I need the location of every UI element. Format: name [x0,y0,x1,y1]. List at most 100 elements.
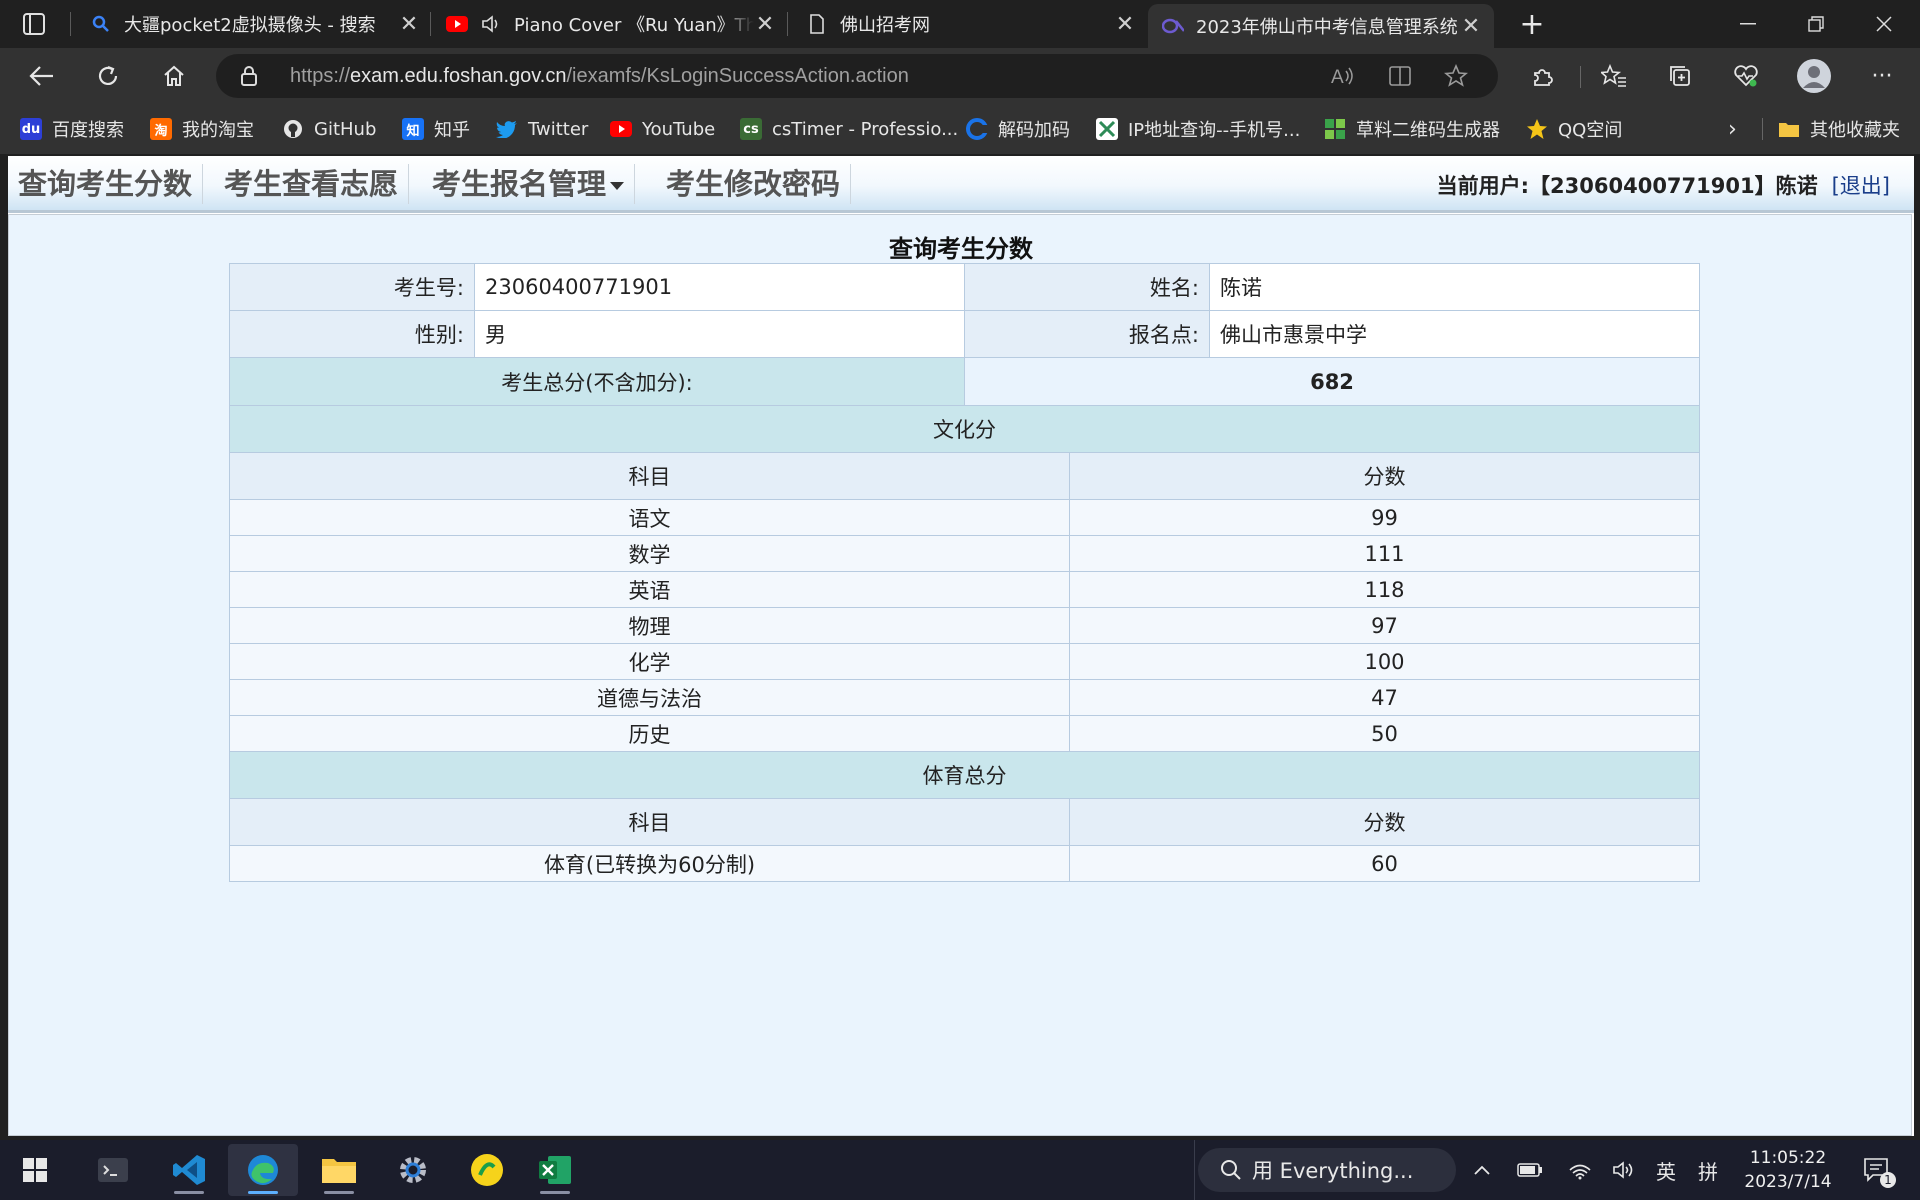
browser-essentials-icon[interactable] [1726,56,1766,96]
edge-browser-icon[interactable] [228,1144,298,1196]
subject-column-header: 科目 [229,798,1070,846]
excel-icon[interactable] [520,1144,590,1196]
ime-mode-indicator[interactable]: 拼 [1690,1140,1726,1200]
close-tab-icon[interactable]: ✕ [1114,12,1136,37]
profile-avatar[interactable] [1794,56,1834,96]
favorite-item[interactable]: 草料二维码生成器 [1324,104,1500,154]
favorite-item[interactable]: Twitter [496,104,588,154]
close-window-icon[interactable] [1852,0,1916,48]
menu-query-score[interactable]: 查询考生分数 [8,164,204,204]
name-label: 姓名: [964,263,1210,311]
favorite-item[interactable]: 解码加码 [966,104,1070,154]
file-explorer-icon[interactable] [304,1144,374,1196]
windows-start-icon[interactable] [0,1144,70,1196]
tab-title: 佛山招考网 [840,15,930,36]
score-cell: 97 [1069,607,1700,644]
favorites-overflow-chevron-icon[interactable]: › [1728,104,1737,154]
speaker-icon[interactable] [480,13,502,35]
table-row: 数学 111 [229,535,1700,572]
refresh-icon[interactable] [88,56,128,96]
favorite-item[interactable]: GitHub [282,104,376,154]
favorite-item[interactable]: YouTube [610,104,715,154]
address-bar[interactable]: https://exam.edu.foshan.gov.cn/iexamfs/K… [216,54,1498,98]
close-tab-icon[interactable]: ✕ [1460,14,1482,39]
favorite-item[interactable]: 淘我的淘宝 [150,104,254,154]
top-menu: 查询考生分数 考生查看志愿 考生报名管理 考生修改密码 当前用户:【230604… [8,156,1914,213]
menu-change-password[interactable]: 考生修改密码 [656,164,852,204]
favorite-item[interactable]: 知知乎 [402,104,470,154]
score-column-header: 分数 [1069,798,1700,846]
other-favorites-folder[interactable]: 其他收藏夹 [1778,104,1900,154]
subject-cell: 体育(已转换为60分制) [229,845,1070,882]
music-app-icon[interactable] [452,1144,522,1196]
logout-link[interactable]: [退出] [1832,174,1890,198]
tab-exam-system[interactable]: 2023年佛山市中考信息管理系统 ✕ [1148,4,1494,48]
tab-search[interactable]: 大疆pocket2虚拟摄像头 - 搜索 ✕ [90,0,420,48]
split-screen-icon[interactable] [1388,65,1412,91]
favorite-label: QQ空间 [1558,120,1623,141]
subject-cell: 数学 [229,535,1070,572]
back-arrow-icon[interactable] [22,56,62,96]
current-user: 当前用户:【23060400771901】陈诺 [退出] [1437,170,1890,200]
close-tab-icon[interactable]: ✕ [754,12,776,37]
tab-youtube[interactable]: Piano Cover 《Ru Yuan》Th ✕ [446,0,776,48]
favorite-item[interactable]: QQ空间 [1526,104,1622,154]
tab-actions-menu-icon[interactable] [18,10,50,38]
home-icon[interactable] [154,56,194,96]
gender-label: 性别: [229,310,475,358]
close-tab-icon[interactable]: ✕ [398,12,420,37]
favorites-list-icon[interactable] [1594,56,1634,96]
other-favorites-label: 其他收藏夹 [1810,120,1900,141]
score-cell: 100 [1069,643,1700,680]
system-clock[interactable]: 11:05:22 2023/7/14 [1730,1146,1846,1194]
ime-language-indicator[interactable]: 英 [1648,1140,1684,1200]
table-row: 性别: 男 报名点: 佛山市惠景中学 [229,310,1700,358]
table-row: 物理 97 [229,607,1700,644]
read-aloud-icon[interactable]: A [1330,65,1354,91]
subject-cell: 物理 [229,607,1070,644]
dropdown-caret-icon [610,182,625,190]
score-column-header: 分数 [1069,452,1700,500]
youtube-icon [446,13,468,35]
terminal-icon[interactable] [78,1144,148,1196]
minimize-icon[interactable] [1716,0,1780,48]
clock-date: 2023/7/14 [1744,1172,1832,1192]
menu-registration-label: 考生报名管理 [432,167,607,201]
menu-registration[interactable]: 考生报名管理 [422,164,636,204]
web-page: 查询考生分数 考生查看志愿 考生报名管理 考生修改密码 当前用户:【230604… [8,156,1914,1136]
everything-search-box[interactable]: 用 Everything... [1198,1148,1456,1192]
url-text[interactable]: https://exam.edu.foshan.gov.cn/iexamfs/K… [290,54,909,98]
battery-icon[interactable] [1512,1140,1548,1200]
favorite-item[interactable]: cs csTimer - Professio... [740,104,958,154]
menu-view-choices[interactable]: 考生查看志愿 [214,164,410,204]
favorite-item[interactable]: IP地址查询--手机号... [1096,104,1300,154]
vscode-icon[interactable] [154,1144,224,1196]
new-tab-button[interactable]: + [1514,0,1550,48]
restore-icon[interactable] [1784,0,1848,48]
current-user-label: 当前用户: [1436,174,1530,198]
notification-center-icon[interactable]: 1 [1854,1140,1900,1200]
tab-foshan-zhaokao[interactable]: 佛山招考网 ✕ [806,0,1136,48]
page-title: 查询考生分数 [889,235,1033,263]
table-row: 语文 99 [229,499,1700,536]
extensions-icon[interactable] [1522,56,1562,96]
score-cell: 60 [1069,845,1700,882]
favorite-star-icon[interactable] [1443,63,1469,92]
subject-cell: 语文 [229,499,1070,536]
settings-gear-icon[interactable] [378,1144,448,1196]
lock-icon[interactable] [240,65,258,91]
tray-overflow-chevron-icon[interactable] [1466,1140,1498,1200]
volume-icon[interactable] [1606,1140,1642,1200]
search-placeholder: 用 Everything... [1252,1159,1414,1183]
wifi-icon[interactable] [1562,1140,1598,1200]
collections-icon[interactable] [1660,56,1700,96]
table-row: 英语 118 [229,571,1700,608]
section-row: 体育总分 [229,751,1700,799]
browser-tab-bar: 大疆pocket2虚拟摄像头 - 搜索 ✕ Piano Cover 《Ru Yu… [0,0,1920,48]
favorite-item[interactable]: du 百度搜索 [20,104,124,154]
table-row: 考生号: 23060400771901 姓名: 陈诺 [229,263,1700,311]
settings-more-icon[interactable]: ··· [1862,56,1902,96]
score-table: 考生总分(不含加分): 682 文化分 科目 分数 语文 99 数学 111 英语 118… [229,357,1700,882]
favorite-label: 百度搜索 [52,120,124,141]
tab-separator [787,12,788,36]
